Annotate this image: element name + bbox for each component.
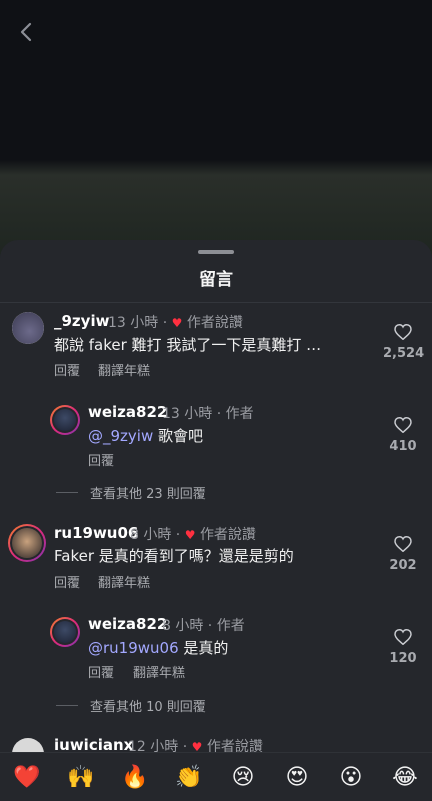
like-count: 120 [389,651,417,666]
heart-icon: ♥ [184,528,196,542]
comment-item: _9zyiw 13 小時 · ♥ 作者說讚 都說 faker 難打 我試了一下是… [0,310,432,390]
view-more-replies[interactable]: 查看其他 23 則回覆 [56,483,206,502]
emoji-heart-eyes-button[interactable]: 😍 [277,765,317,790]
comment-text: 都說 faker 難打 我試了一下是真難打 … [54,336,322,354]
view-more-replies[interactable]: 查看其他 10 則回覆 [56,696,206,715]
reply-item: weiza822 13 小時 · 作者 @_9zyiw 歌會吧 回覆 410 [0,403,432,473]
comment-meta: 13 小時 · 作者 [162,406,254,422]
heart-outline-icon [394,536,412,552]
comment-time: 8 小時 [162,618,204,634]
reply-button[interactable]: 回覆 [88,450,114,469]
video-background [0,0,432,260]
comment-meta: 8 小時 · 作者 [162,618,245,634]
divider [56,705,78,706]
heart-outline-icon [394,629,412,645]
comment-username[interactable]: weiza822 [88,615,167,633]
heart-outline-icon [394,324,412,340]
sheet-title: 留言 [199,270,233,290]
comment-text: Faker 是真的看到了嗎？還是是剪的 [54,547,294,565]
author-liked-badge: 作者說讚 [199,527,256,543]
emoji-surprised-button[interactable]: 😮 [331,765,371,790]
comment-meta: 8 小時 · ♥ 作者說讚 [130,527,256,543]
comment-username[interactable]: _9zyiw [54,312,109,330]
avatar[interactable] [50,617,80,647]
divider [56,492,78,493]
reply-button[interactable]: 回覆 [88,662,114,681]
comment-username[interactable]: weiza822 [88,403,167,421]
comment-time: 8 小時 [130,527,172,543]
back-button[interactable] [14,20,38,44]
author-role: 作者 [216,618,245,634]
like-button[interactable]: 202 [383,536,423,573]
mention-link[interactable]: @_9zyiw [88,427,153,445]
like-count: 410 [389,439,417,454]
translate-button[interactable]: 翻譯年糕 [98,360,150,379]
chevron-left-icon [20,22,32,42]
like-button[interactable]: 120 [383,629,423,666]
reply-button[interactable]: 回覆 [54,360,80,379]
comment-text: @_9zyiw 歌會吧 [88,427,204,445]
comment-time: 13 小時 [162,406,213,422]
emoji-heart-button[interactable]: ❤️ [7,765,47,790]
comment-item: ru19wu06 8 小時 · ♥ 作者說讚 Faker 是真的看到了嗎？還是是… [0,522,432,602]
heart-outline-icon [394,417,412,433]
drag-handle[interactable] [198,250,234,254]
avatar[interactable] [8,524,46,562]
avatar[interactable] [50,405,80,435]
like-count: 2,524 [383,346,425,361]
reply-item: weiza822 8 小時 · 作者 @ru19wu06 是真的 回覆 翻譯年糕… [0,615,432,685]
divider [0,302,432,303]
comment-meta: 13 小時 · ♥ 作者說讚 [108,315,243,331]
like-button[interactable]: 410 [383,417,423,454]
emoji-raised-hands-button[interactable]: 🙌 [61,765,101,790]
reply-button[interactable]: 回覆 [54,572,80,591]
comments-sheet: 留言 _9zyiw 13 小時 · ♥ 作者說讚 都說 faker 難打 我試了… [0,240,432,800]
comment-username[interactable]: ru19wu06 [54,524,138,542]
emoji-clap-button[interactable]: 👏 [169,765,209,790]
like-button[interactable]: 2,524 [383,324,425,361]
emoji-fire-button[interactable]: 🔥 [115,765,155,790]
avatar[interactable] [12,312,44,344]
heart-icon: ♥ [171,316,183,330]
author-liked-badge: 作者說讚 [186,315,243,331]
comment-time: 13 小時 [108,315,159,331]
comment-text: @ru19wu06 是真的 [88,639,229,657]
mention-link[interactable]: @ru19wu06 [88,639,179,657]
translate-button[interactable]: 翻譯年糕 [133,662,185,681]
author-role: 作者 [225,406,254,422]
translate-button[interactable]: 翻譯年糕 [98,572,150,591]
like-count: 202 [389,558,417,573]
emoji-crying-button[interactable]: 😢 [223,765,263,790]
emoji-laughing-button[interactable]: 😂 [385,765,425,790]
emoji-reaction-bar: ❤️ 🙌 🔥 👏 😢 😍 😮 😂 [0,752,432,801]
